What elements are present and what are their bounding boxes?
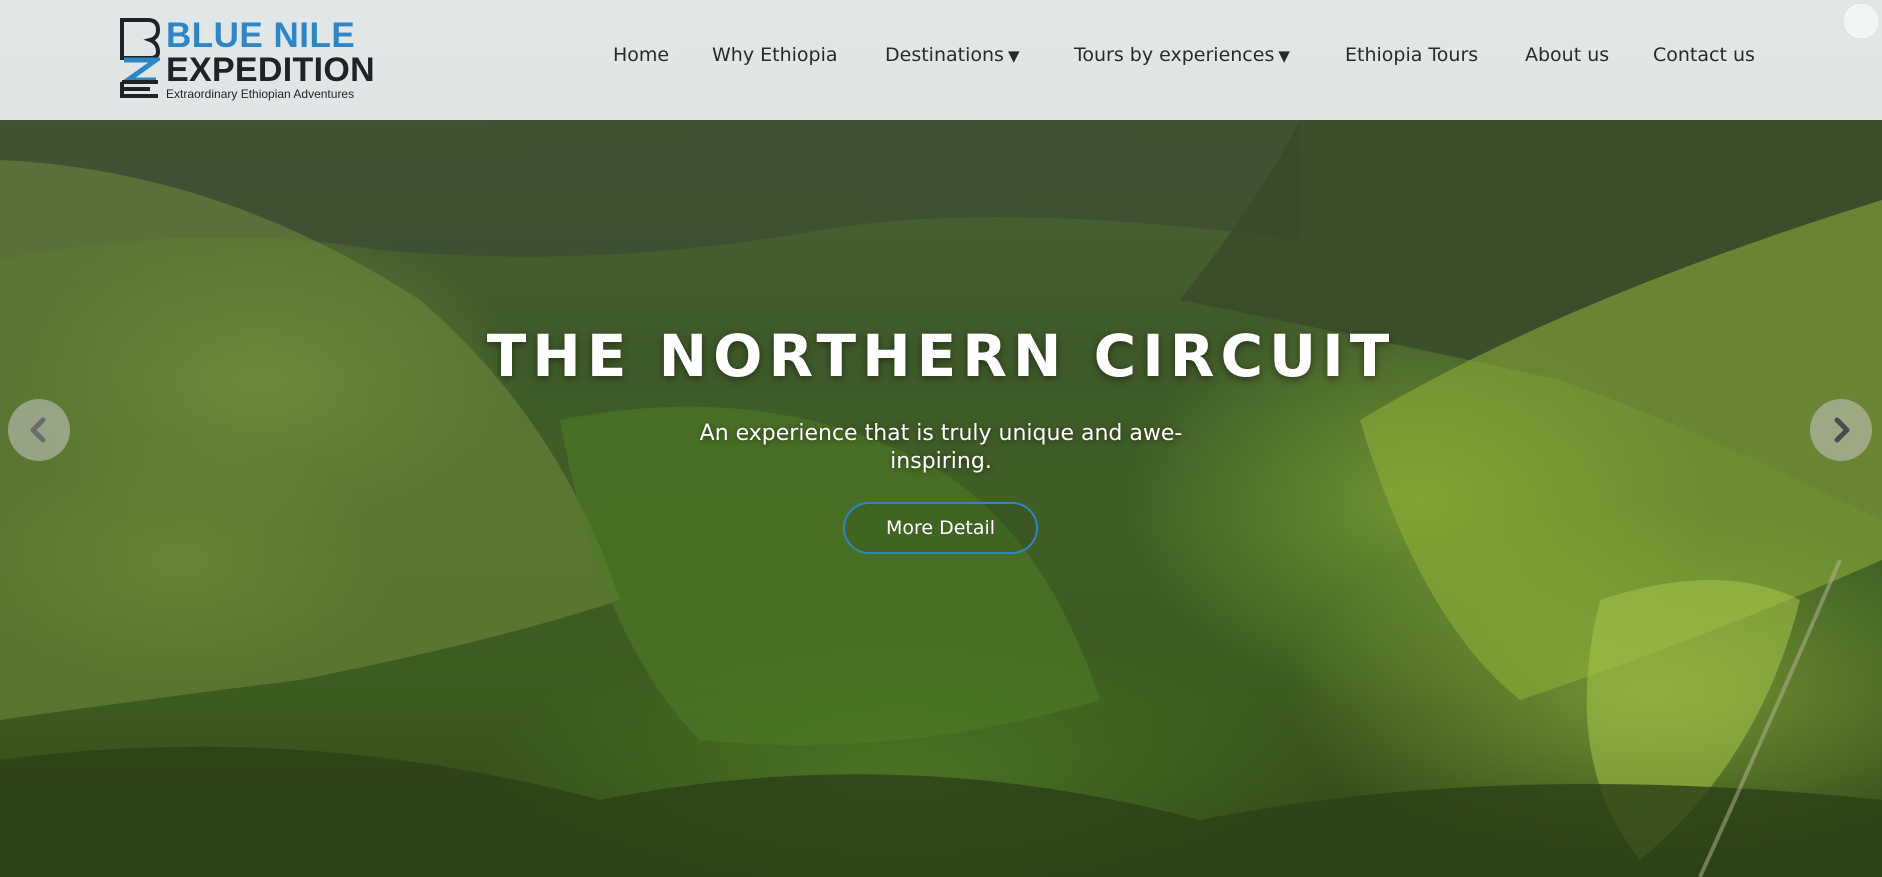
more-detail-button[interactable]: More Detail bbox=[843, 502, 1038, 554]
carousel-prev-button[interactable] bbox=[8, 399, 70, 461]
nav-about-us[interactable]: About us bbox=[1525, 44, 1609, 66]
site-header: BLUE NILE EXPEDITION Extraordinary Ethio… bbox=[0, 0, 1882, 120]
nav-tours-by-experiences-label: Tours by experiences bbox=[1074, 44, 1275, 66]
nav-destinations-label: Destinations bbox=[885, 44, 1004, 66]
nav-tours-by-experiences[interactable]: Tours by experiences ▼ bbox=[1074, 44, 1290, 66]
nav-destinations[interactable]: Destinations ▼ bbox=[885, 44, 1019, 66]
nav-home[interactable]: Home bbox=[613, 44, 669, 66]
carousel-next-button[interactable] bbox=[1810, 399, 1872, 461]
caret-down-icon: ▼ bbox=[1007, 47, 1020, 65]
brand-tagline: Extraordinary Ethiopian Adventures bbox=[166, 87, 355, 101]
slide-title: THE NORTHERN CIRCUIT bbox=[486, 322, 1396, 390]
caret-down-icon: ▼ bbox=[1278, 47, 1290, 65]
slide-subtitle: An experience that is truly unique and a… bbox=[699, 421, 1183, 474]
corner-control-button[interactable] bbox=[1844, 4, 1878, 38]
nav-contact-us[interactable]: Contact us bbox=[1653, 44, 1755, 66]
main-nav: Home Why Ethiopia Destinations ▼ Tours by… bbox=[0, 44, 1882, 74]
chevron-left-icon bbox=[30, 417, 46, 443]
nav-why-ethiopia[interactable]: Why Ethiopia bbox=[712, 44, 838, 66]
nav-ethiopia-tours[interactable]: Ethiopia Tours bbox=[1345, 44, 1478, 66]
chevron-right-icon bbox=[1834, 417, 1850, 443]
